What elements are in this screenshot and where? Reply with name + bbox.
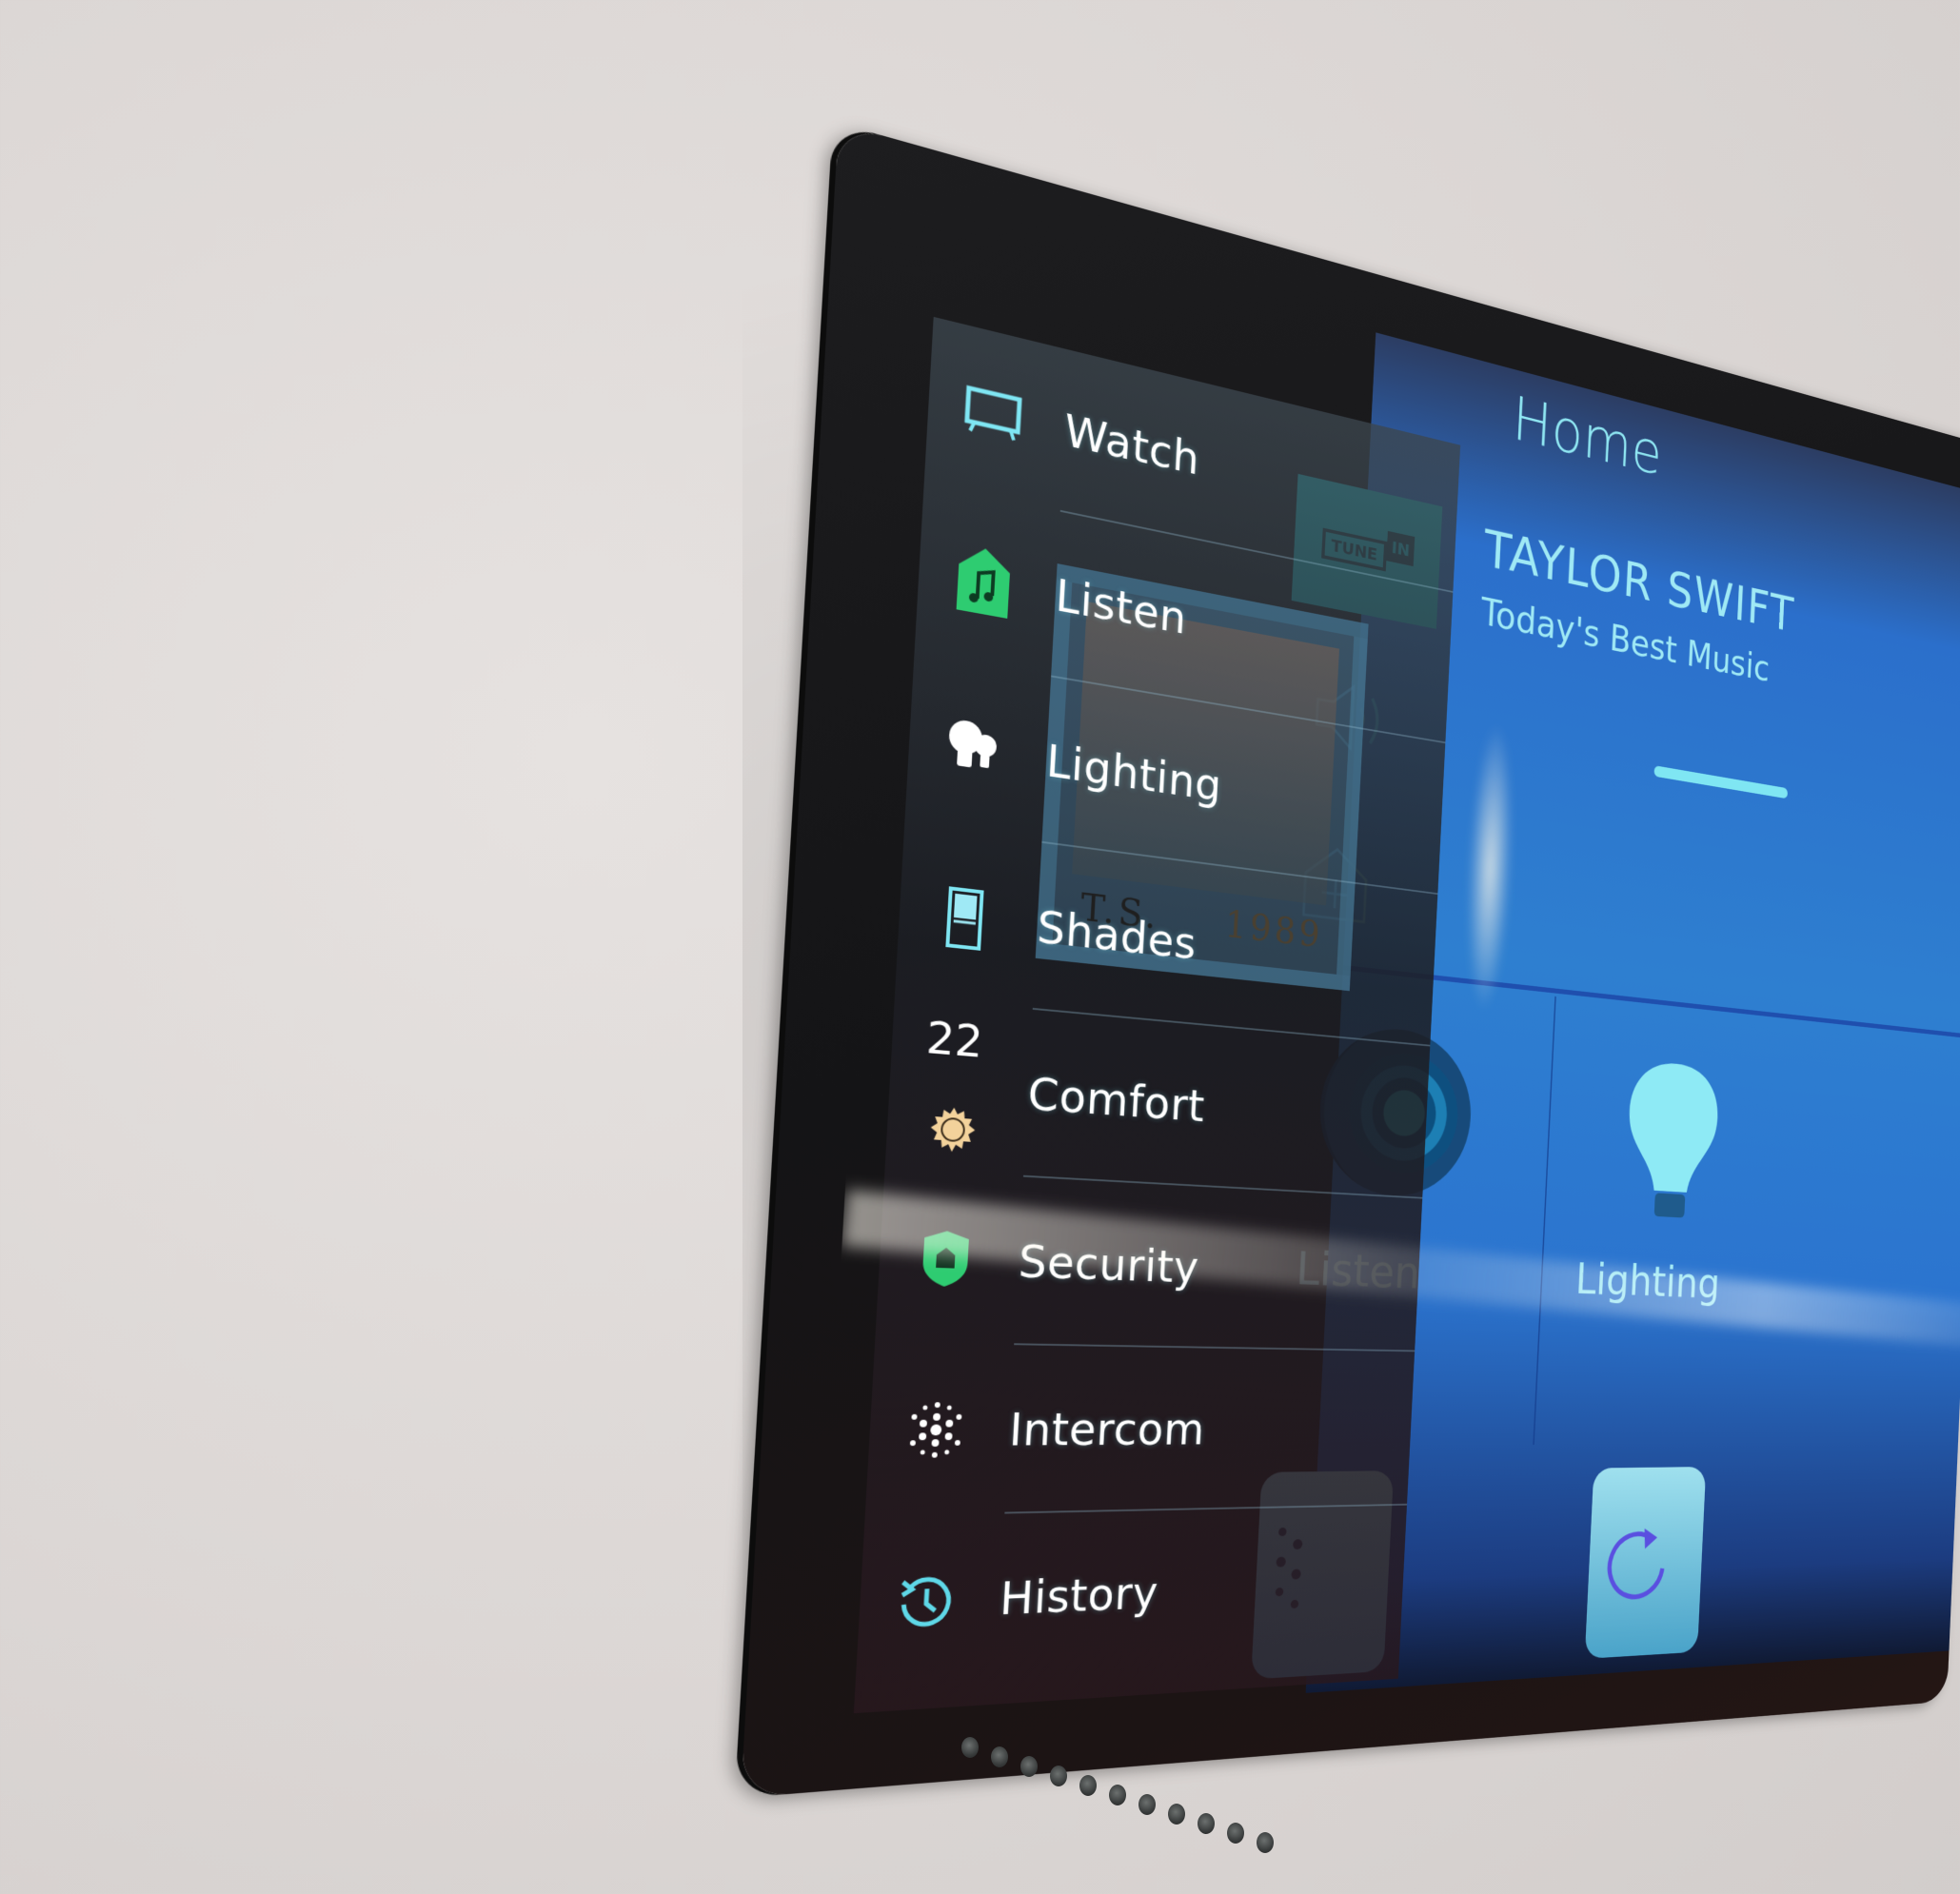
speaker-hole (1168, 1804, 1185, 1825)
tile-lighting-label: Lighting (1574, 1253, 1721, 1309)
shield-house-icon (912, 1220, 980, 1296)
sidebar-item-intercom[interactable]: Intercom (865, 1346, 1415, 1515)
sidebar-item-label: Shades (1036, 900, 1198, 970)
sidebar-item-label: Listen (1054, 568, 1188, 645)
history-clock-icon (892, 1564, 960, 1641)
speaker-hole (1079, 1775, 1097, 1796)
music-house-icon (951, 539, 1017, 622)
tv-icon (960, 370, 1026, 457)
device-perspective: Home TUNE IN TAYLOR SWIFT Today's Best M… (0, 0, 1960, 1894)
tile-lighting[interactable]: Lighting (1540, 997, 1796, 1445)
lightbulb-icon (1625, 1059, 1720, 1218)
speaker-hole (1227, 1823, 1244, 1844)
touch-panel-device: Home TUNE IN TAYLOR SWIFT Today's Best M… (741, 123, 1960, 1798)
speaker-hole (961, 1737, 979, 1758)
sun-icon (920, 1091, 986, 1169)
speaker-hole (1257, 1832, 1274, 1853)
speaker-hole (1020, 1756, 1038, 1777)
speaker-hole (991, 1746, 1008, 1767)
sidebar-item-label: Lighting (1044, 734, 1223, 812)
screen: Home TUNE IN TAYLOR SWIFT Today's Best M… (814, 207, 1960, 1726)
refresh-icon (1600, 1513, 1672, 1610)
bulbs-icon (940, 708, 1007, 790)
sidebar-nav: T.S. 1989 Watch Listen Lighting Shades 2… (853, 316, 1461, 1714)
speaker-hole (1138, 1794, 1156, 1815)
speaker-grill (961, 1737, 1361, 1853)
sidebar-item-security[interactable]: Security (875, 1173, 1422, 1351)
sidebar-item-label: Comfort (1026, 1067, 1206, 1133)
speaker-hole (1050, 1766, 1067, 1786)
volume-fill (1653, 765, 1789, 799)
history-tile[interactable] (1584, 1467, 1707, 1659)
shade-icon (931, 878, 998, 958)
intercom-dots-icon (902, 1392, 970, 1467)
volume-slider[interactable] (1653, 765, 1960, 837)
sidebar-item-label: Security (1017, 1234, 1200, 1293)
page-title: Home (1511, 384, 1664, 489)
speaker-hole (1198, 1813, 1215, 1834)
temperature-readout: 22 (924, 1012, 984, 1069)
sidebar-item-label: History (998, 1567, 1160, 1626)
sidebar-item-history[interactable]: History (855, 1508, 1407, 1689)
speaker-hole (1109, 1785, 1126, 1805)
sidebar-item-label: Watch (1062, 404, 1201, 485)
sidebar-item-label: Intercom (1007, 1403, 1207, 1457)
